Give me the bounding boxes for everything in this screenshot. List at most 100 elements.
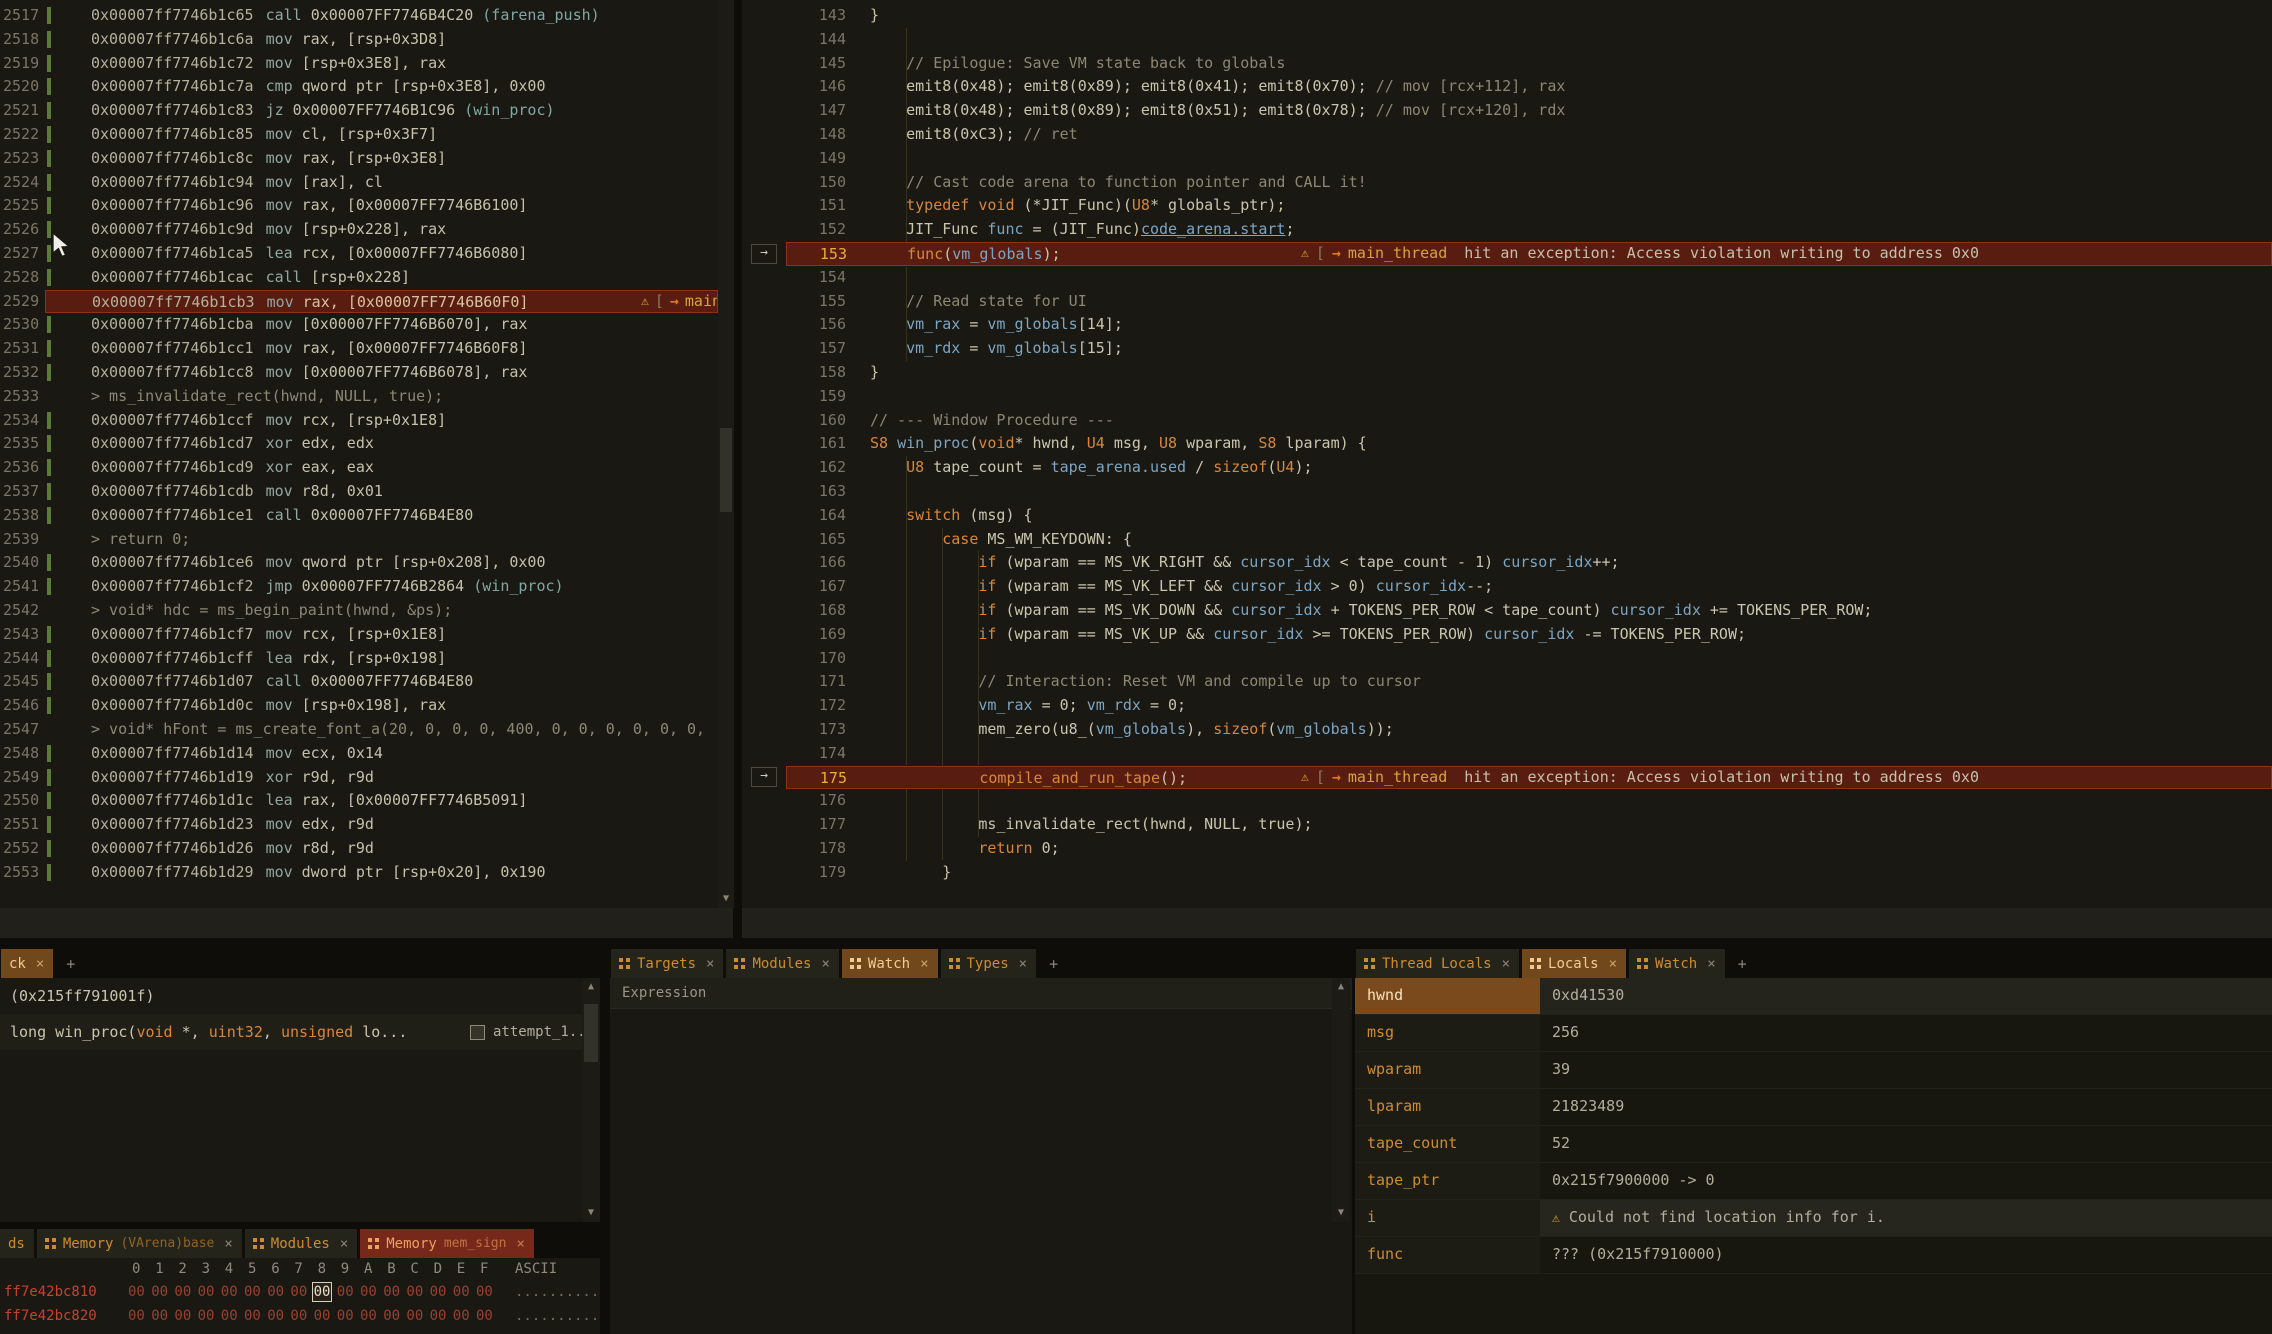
callstack-panel[interactable]: (0x215ff791001f)long win_proc(void *, ui… bbox=[0, 978, 600, 1222]
locals-row[interactable]: msg256 bbox=[1355, 1015, 2272, 1052]
disasm-row[interactable]: 25250x00007ff7746b1c96movrax, [0x00007FF… bbox=[0, 194, 718, 218]
disasm-row[interactable]: 25310x00007ff7746b1cc1movrax, [0x00007FF… bbox=[0, 337, 718, 361]
source-row[interactable]: 151 typedef void (*JIT_Func)(U8* globals… bbox=[742, 194, 2272, 218]
source-row[interactable]: 165 case MS_WM_KEYDOWN: { bbox=[742, 528, 2272, 552]
disasm-row[interactable]: 25290x00007ff7746b1cb3movrax, [0x00007FF… bbox=[0, 290, 718, 314]
source-row[interactable]: 157 vm_rdx = vm_globals[15]; bbox=[742, 337, 2272, 361]
source-row[interactable]: 146 emit8(0x48); emit8(0x89); emit8(0x41… bbox=[742, 75, 2272, 99]
source-row[interactable]: 164 switch (msg) { bbox=[742, 504, 2272, 528]
source-row[interactable]: 168 if (wparam == MS_VK_DOWN && cursor_i… bbox=[742, 599, 2272, 623]
disasm-row[interactable]: 25180x00007ff7746b1c6amovrax, [rsp+0x3D8… bbox=[0, 28, 718, 52]
tab-ck[interactable]: ck× bbox=[1, 949, 53, 978]
disasm-row[interactable]: 25210x00007ff7746b1c83jz0x00007FF7746B1C… bbox=[0, 99, 718, 123]
memory-byte[interactable]: 00 bbox=[128, 1304, 145, 1328]
new-tab-button[interactable]: + bbox=[1728, 949, 1757, 978]
disasm-row[interactable]: 2542> void* hdc = ms_begin_paint(hwnd, &… bbox=[0, 599, 718, 623]
memory-byte[interactable]: 00 bbox=[453, 1304, 470, 1328]
source-row[interactable]: 167 if (wparam == MS_VK_LEFT && cursor_i… bbox=[742, 575, 2272, 599]
source-row[interactable]: 176 bbox=[742, 789, 2272, 813]
disasm-row[interactable]: 25230x00007ff7746b1c8cmovrax, [rsp+0x3E8… bbox=[0, 147, 718, 171]
tab-locals[interactable]: Locals× bbox=[1522, 949, 1626, 978]
tab-modules[interactable]: Modules× bbox=[245, 1229, 357, 1258]
tab-modules[interactable]: Modules× bbox=[726, 949, 838, 978]
source-row[interactable]: 169 if (wparam == MS_VK_UP && cursor_idx… bbox=[742, 623, 2272, 647]
memory-byte[interactable]: 00 bbox=[453, 1280, 470, 1304]
tab-close-icon[interactable]: × bbox=[920, 956, 928, 972]
source-row[interactable]: 154 bbox=[742, 266, 2272, 290]
tab-types[interactable]: Types× bbox=[941, 949, 1037, 978]
memory-byte[interactable]: 00 bbox=[476, 1304, 493, 1328]
memory-panel[interactable]: 0123456789ABCDEFASCII ff7e42bc8100000000… bbox=[0, 1258, 600, 1334]
disasm-row[interactable]: 25400x00007ff7746b1ce6movqword ptr [rsp+… bbox=[0, 551, 718, 575]
disasm-row[interactable]: 25360x00007ff7746b1cd9xoreax, eax bbox=[0, 456, 718, 480]
source-row[interactable]: 161S8 win_proc(void* hwnd, U4 msg, U8 wp… bbox=[742, 432, 2272, 456]
disasm-row[interactable]: 25270x00007ff7746b1ca5learcx, [0x00007FF… bbox=[0, 242, 718, 266]
memory-byte[interactable]: 00 bbox=[267, 1304, 284, 1328]
tab-close-icon[interactable]: × bbox=[1019, 956, 1027, 972]
memory-row[interactable]: ff7e42bc81000000000000000000000000000000… bbox=[0, 1280, 600, 1304]
source-row[interactable]: 160// --- Window Procedure --- bbox=[742, 409, 2272, 433]
disasm-row[interactable]: 25530x00007ff7746b1d29movdword ptr [rsp+… bbox=[0, 861, 718, 885]
scrollbar-thumb[interactable] bbox=[720, 428, 732, 512]
source-row[interactable]: 177 ms_invalidate_rect(hwnd, NULL, true)… bbox=[742, 813, 2272, 837]
tab-close-icon[interactable]: × bbox=[516, 1236, 524, 1252]
disasm-row[interactable]: 25280x00007ff7746b1caccall[rsp+0x228] bbox=[0, 266, 718, 290]
memory-byte[interactable]: 00 bbox=[198, 1280, 215, 1304]
disasm-row[interactable]: 25430x00007ff7746b1cf7movrcx, [rsp+0x1E8… bbox=[0, 623, 718, 647]
memory-byte[interactable]: 00 bbox=[383, 1304, 400, 1328]
scrollbar-thumb[interactable] bbox=[584, 1004, 598, 1062]
disassembly-scrollbar[interactable]: ▼ bbox=[718, 0, 734, 908]
memory-byte[interactable]: 00 bbox=[221, 1280, 238, 1304]
disasm-row[interactable]: 25320x00007ff7746b1cc8mov[0x00007FF7746B… bbox=[0, 361, 718, 385]
tab-close-icon[interactable]: × bbox=[821, 956, 829, 972]
source-row[interactable]: 163 bbox=[742, 480, 2272, 504]
disasm-row[interactable]: 25340x00007ff7746b1ccfmovrcx, [rsp+0x1E8… bbox=[0, 409, 718, 433]
watch-scrollbar[interactable]: ▲ ▼ bbox=[1332, 978, 1350, 1222]
tab-targets[interactable]: Targets× bbox=[611, 949, 723, 978]
memory-byte[interactable]: 00 bbox=[174, 1280, 191, 1304]
memory-byte[interactable]: 00 bbox=[360, 1280, 377, 1304]
source-row[interactable]: 148 emit8(0xC3); // ret bbox=[742, 123, 2272, 147]
tab-memory[interactable]: Memory(VArena)base× bbox=[37, 1229, 242, 1258]
source-row[interactable]: 145 // Epilogue: Save VM state back to g… bbox=[742, 52, 2272, 76]
source-row[interactable]: →175 compile_and_run_tape();⚠[→main_thre… bbox=[742, 766, 2272, 790]
scroll-down-icon[interactable]: ▼ bbox=[582, 1206, 600, 1220]
disasm-row[interactable]: 2547> void* hFont = ms_create_font_a(20,… bbox=[0, 718, 718, 742]
disasm-row[interactable]: 25380x00007ff7746b1ce1call0x00007FF7746B… bbox=[0, 504, 718, 528]
locals-row[interactable]: wparam39unsigned bbox=[1355, 1052, 2272, 1089]
tab-close-icon[interactable]: × bbox=[224, 1236, 232, 1252]
new-tab-button[interactable]: + bbox=[56, 949, 85, 978]
disasm-row[interactable]: 25190x00007ff7746b1c72mov[rsp+0x3E8], ra… bbox=[0, 52, 718, 76]
memory-selected-byte[interactable]: 00 bbox=[312, 1282, 333, 1302]
disasm-row[interactable]: 25480x00007ff7746b1d14movecx, 0x14 bbox=[0, 742, 718, 766]
disasm-row[interactable]: 25460x00007ff7746b1d0cmov[rsp+0x198], ra… bbox=[0, 694, 718, 718]
scroll-up-icon[interactable]: ▲ bbox=[1332, 980, 1350, 994]
tab-close-icon[interactable]: × bbox=[1707, 956, 1715, 972]
memory-byte[interactable]: 00 bbox=[267, 1280, 284, 1304]
source-row[interactable]: 147 emit8(0x48); emit8(0x89); emit8(0x51… bbox=[742, 99, 2272, 123]
locals-row[interactable]: tape_count52 bbox=[1355, 1126, 2272, 1163]
disasm-row[interactable]: 25300x00007ff7746b1cbamov[0x00007FF7746B… bbox=[0, 313, 718, 337]
watch-panel[interactable]: Expression bbox=[610, 978, 1352, 1334]
scroll-down-icon[interactable]: ▼ bbox=[1332, 1206, 1350, 1220]
tab-memory[interactable]: Memorymem_sign× bbox=[360, 1229, 534, 1258]
disasm-row[interactable]: 25410x00007ff7746b1cf2jmp0x00007FF7746B2… bbox=[0, 575, 718, 599]
tab-close-icon[interactable]: × bbox=[340, 1236, 348, 1252]
memory-byte[interactable]: 00 bbox=[383, 1280, 400, 1304]
memory-byte[interactable]: 00 bbox=[198, 1304, 215, 1328]
source-row[interactable]: 152 JIT_Func func = (JIT_Func)code_arena… bbox=[742, 218, 2272, 242]
disasm-row[interactable]: 25450x00007ff7746b1d07call0x00007FF7746B… bbox=[0, 670, 718, 694]
source-row[interactable]: 149 bbox=[742, 147, 2272, 171]
source-row[interactable]: 179 } bbox=[742, 861, 2272, 885]
memory-byte[interactable]: 00 bbox=[476, 1280, 493, 1304]
source-row[interactable]: 173 mem_zero(u8_(vm_globals), sizeof(vm_… bbox=[742, 718, 2272, 742]
disasm-row[interactable]: 25260x00007ff7746b1c9dmov[rsp+0x228], ra… bbox=[0, 218, 718, 242]
scroll-down-icon[interactable]: ▼ bbox=[718, 892, 734, 906]
tab-ds[interactable]: ds bbox=[0, 1229, 34, 1258]
tab-thread-locals[interactable]: Thread Locals× bbox=[1356, 949, 1519, 978]
tab-close-icon[interactable]: × bbox=[706, 956, 714, 972]
memory-byte[interactable]: 00 bbox=[406, 1280, 423, 1304]
source-row[interactable]: 144 bbox=[742, 28, 2272, 52]
disasm-row[interactable]: 25240x00007ff7746b1c94mov[rax], cl bbox=[0, 171, 718, 195]
locals-row[interactable]: hwnd0xd41530 bbox=[1355, 978, 2272, 1015]
